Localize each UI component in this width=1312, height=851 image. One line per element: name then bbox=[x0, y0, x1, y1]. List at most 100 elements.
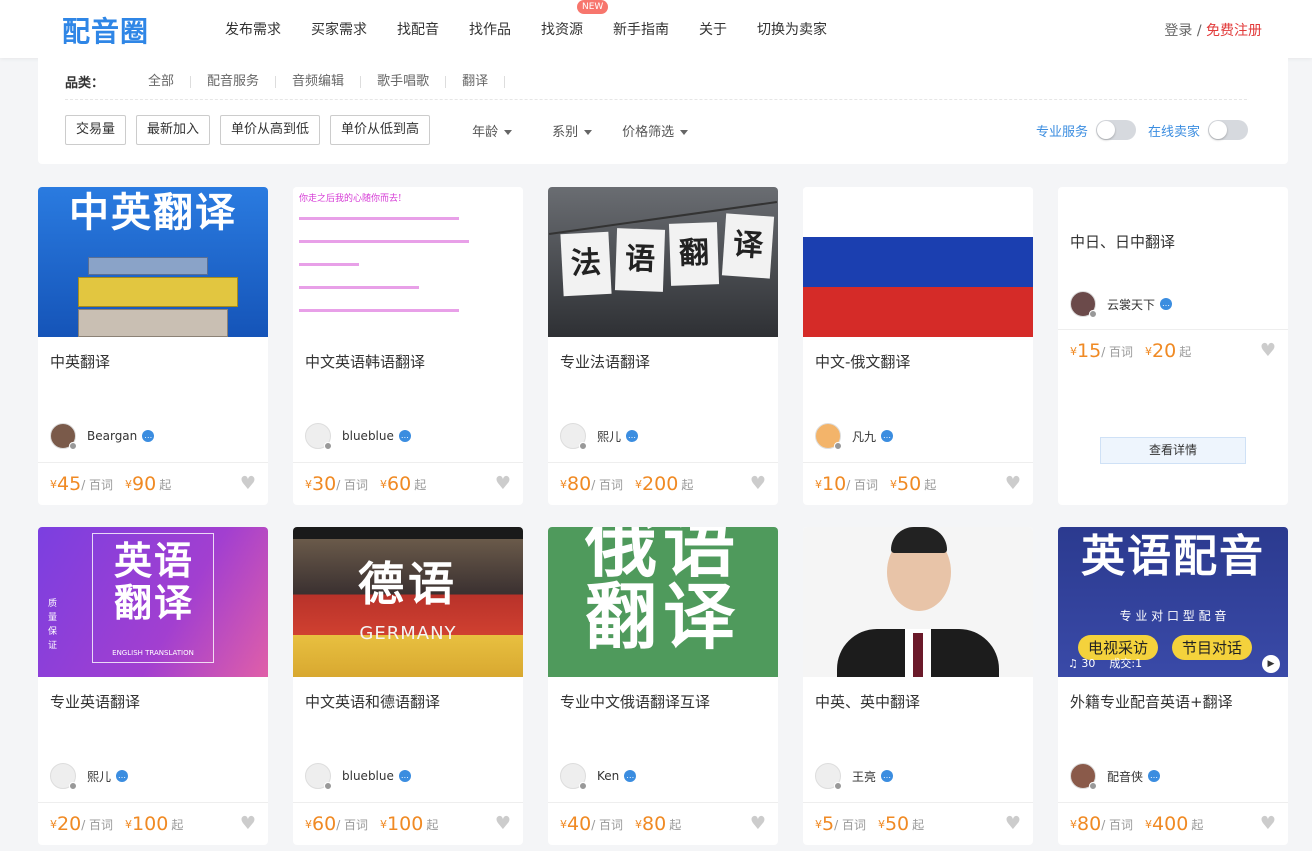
avatar[interactable] bbox=[560, 423, 587, 450]
card-title[interactable]: 专业法语翻译 bbox=[560, 351, 650, 372]
avatar[interactable] bbox=[305, 423, 332, 450]
seller-name[interactable]: 王亮 bbox=[852, 768, 876, 785]
heart-icon[interactable]: ♥ bbox=[1260, 342, 1276, 360]
price-dropdown[interactable]: 价格筛选 bbox=[622, 121, 689, 140]
chat-bubble-icon[interactable]: … bbox=[1160, 298, 1173, 310]
heart-icon[interactable]: ♥ bbox=[495, 815, 511, 833]
seller-info[interactable]: Ken … bbox=[560, 763, 637, 790]
seller-name[interactable]: 熙儿 bbox=[597, 428, 621, 445]
nav-switch-seller[interactable]: 切换为卖家 bbox=[757, 19, 827, 39]
card-title[interactable]: 专业中文俄语翻译互译 bbox=[560, 691, 710, 712]
service-card[interactable]: 中英、英中翻译 王亮 … ¥5/ 百词 ¥50 起 ♥ bbox=[803, 527, 1033, 845]
avatar[interactable] bbox=[815, 423, 842, 450]
type-dropdown[interactable]: 系别 bbox=[552, 121, 593, 140]
seller-info[interactable]: 凡九 … bbox=[815, 423, 894, 450]
heart-icon[interactable]: ♥ bbox=[495, 475, 511, 493]
nav-about[interactable]: 关于 bbox=[699, 19, 727, 39]
heart-icon[interactable]: ♥ bbox=[1260, 815, 1276, 833]
avatar[interactable] bbox=[815, 763, 842, 790]
nav-post-demand[interactable]: 发布需求 bbox=[225, 19, 281, 39]
card-thumbnail[interactable]: 英语翻译 ENGLISH TRANSLATION 质量保证 bbox=[38, 527, 268, 677]
chat-bubble-icon[interactable]: … bbox=[624, 770, 637, 782]
card-title[interactable]: 中文英语和德语翻译 bbox=[305, 691, 440, 712]
chat-bubble-icon[interactable]: … bbox=[1148, 770, 1161, 782]
category-singing[interactable]: 歌手唱歌 bbox=[361, 75, 447, 88]
chat-bubble-icon[interactable]: … bbox=[881, 770, 894, 782]
seller-info[interactable]: 王亮 … bbox=[815, 763, 894, 790]
nav-find-works[interactable]: 找作品 bbox=[469, 19, 511, 39]
seller-info[interactable]: 配音侠 … bbox=[1070, 763, 1161, 790]
seller-name[interactable]: 凡九 bbox=[852, 428, 876, 445]
service-card[interactable]: 俄语翻译 专业中文俄语翻译互译 Ken … ¥40/ 百词 ¥80 起 ♥ bbox=[548, 527, 778, 845]
service-card[interactable]: 中日、日中翻译 云裳天下 … ¥15/ 百词 ¥20 起 ♥ 查看详情 bbox=[1058, 187, 1288, 505]
card-title[interactable]: 中英翻译 bbox=[50, 351, 110, 372]
heart-icon[interactable]: ♥ bbox=[750, 815, 766, 833]
seller-name[interactable]: Ken bbox=[597, 769, 619, 783]
avatar[interactable] bbox=[1070, 763, 1097, 790]
card-thumbnail[interactable]: 法 语 翻 译 bbox=[548, 187, 778, 337]
register-link[interactable]: 免费注册 bbox=[1206, 23, 1262, 39]
login-link[interactable]: 登录 bbox=[1164, 23, 1192, 39]
nav-buyer-demand[interactable]: 买家需求 bbox=[311, 19, 367, 39]
play-icon[interactable]: ▶ bbox=[1262, 655, 1280, 673]
sort-volume-button[interactable]: 交易量 bbox=[65, 115, 127, 145]
service-card[interactable]: 你走之后我的心随你而去! 中文英语韩语翻译 blueblue … ¥30/ 百词… bbox=[293, 187, 523, 505]
avatar[interactable] bbox=[1070, 291, 1097, 318]
card-title[interactable]: 中文-俄文翻译 bbox=[815, 351, 910, 372]
card-thumbnail[interactable] bbox=[803, 187, 1033, 337]
category-all[interactable]: 全部 bbox=[132, 75, 192, 88]
card-title[interactable]: 专业英语翻译 bbox=[50, 691, 140, 712]
site-logo[interactable]: 配音圈 bbox=[62, 10, 149, 50]
seller-name[interactable]: blueblue bbox=[342, 769, 394, 783]
service-card[interactable]: 德语 GERMANY 中文英语和德语翻译 blueblue … ¥60/ 百词 … bbox=[293, 527, 523, 845]
online-seller-toggle[interactable] bbox=[1208, 120, 1248, 140]
avatar[interactable] bbox=[50, 423, 77, 450]
category-audio-edit[interactable]: 音频编辑 bbox=[276, 75, 362, 88]
chat-bubble-icon[interactable]: … bbox=[881, 430, 894, 442]
avatar[interactable] bbox=[305, 763, 332, 790]
service-card[interactable]: 中文-俄文翻译 凡九 … ¥10/ 百词 ¥50 起 ♥ bbox=[803, 187, 1033, 505]
card-title[interactable]: 外籍专业配音英语+翻译 bbox=[1070, 691, 1233, 712]
heart-icon[interactable]: ♥ bbox=[750, 475, 766, 493]
sort-newest-button[interactable]: 最新加入 bbox=[136, 115, 211, 145]
seller-name[interactable]: 云裳天下 bbox=[1107, 296, 1155, 313]
category-translation[interactable]: 翻译 bbox=[446, 75, 506, 88]
card-title[interactable]: 中英、英中翻译 bbox=[815, 691, 920, 712]
pro-service-toggle[interactable] bbox=[1095, 120, 1136, 140]
seller-info[interactable]: 熙儿 … bbox=[50, 763, 129, 790]
sort-price-asc-button[interactable]: 单价从低到高 bbox=[330, 115, 431, 145]
age-dropdown[interactable]: 年龄 bbox=[472, 121, 513, 140]
nav-find-voice[interactable]: 找配音 bbox=[397, 19, 439, 39]
seller-name[interactable]: 配音侠 bbox=[1107, 768, 1143, 785]
card-thumbnail[interactable]: 德语 GERMANY bbox=[293, 527, 523, 677]
service-card[interactable]: 英语配音 专 业 对 口 型 配 音 电视采访 节目对话 ♫ 30 成交:1 ▶… bbox=[1058, 527, 1288, 845]
heart-icon[interactable]: ♥ bbox=[1005, 815, 1021, 833]
service-card[interactable]: 英语翻译 ENGLISH TRANSLATION 质量保证 专业英语翻译 熙儿 … bbox=[38, 527, 268, 845]
chat-bubble-icon[interactable]: … bbox=[626, 430, 639, 442]
seller-info[interactable]: blueblue … bbox=[305, 763, 411, 790]
card-thumbnail[interactable]: 俄语翻译 bbox=[548, 527, 778, 677]
service-card[interactable]: 法 语 翻 译 专业法语翻译 熙儿 … ¥80/ 百词 ¥200 起 ♥ bbox=[548, 187, 778, 505]
card-thumbnail[interactable]: 中英翻译 bbox=[38, 187, 268, 337]
seller-info[interactable]: blueblue … bbox=[305, 423, 411, 450]
nav-find-resources[interactable]: 找资源 NEW bbox=[541, 0, 609, 39]
card-thumbnail[interactable]: 你走之后我的心随你而去! bbox=[293, 187, 523, 337]
card-title[interactable]: 中日、日中翻译 bbox=[1070, 231, 1175, 252]
heart-icon[interactable]: ♥ bbox=[240, 475, 256, 493]
view-details-button[interactable]: 查看详情 bbox=[1100, 437, 1246, 464]
service-card[interactable]: 中英翻译 中英翻译 Beargan … ¥45/ 百词 ¥90 起 ♥ bbox=[38, 187, 268, 505]
card-thumbnail[interactable] bbox=[803, 527, 1033, 677]
seller-info[interactable]: 熙儿 … bbox=[560, 423, 639, 450]
seller-name[interactable]: Beargan bbox=[87, 429, 137, 443]
chat-bubble-icon[interactable]: … bbox=[398, 430, 411, 442]
card-title[interactable]: 中文英语韩语翻译 bbox=[305, 351, 425, 372]
heart-icon[interactable]: ♥ bbox=[240, 815, 256, 833]
seller-info[interactable]: Beargan … bbox=[50, 423, 155, 450]
seller-info[interactable]: 云裳天下 … bbox=[1070, 291, 1173, 318]
category-voice-service[interactable]: 配音服务 bbox=[191, 75, 277, 88]
chat-bubble-icon[interactable]: … bbox=[116, 770, 129, 782]
chat-bubble-icon[interactable]: … bbox=[142, 430, 155, 442]
card-thumbnail[interactable]: 英语配音 专 业 对 口 型 配 音 电视采访 节目对话 ♫ 30 成交:1 ▶ bbox=[1058, 527, 1288, 677]
sort-price-desc-button[interactable]: 单价从高到低 bbox=[220, 115, 321, 145]
chat-bubble-icon[interactable]: … bbox=[398, 770, 411, 782]
